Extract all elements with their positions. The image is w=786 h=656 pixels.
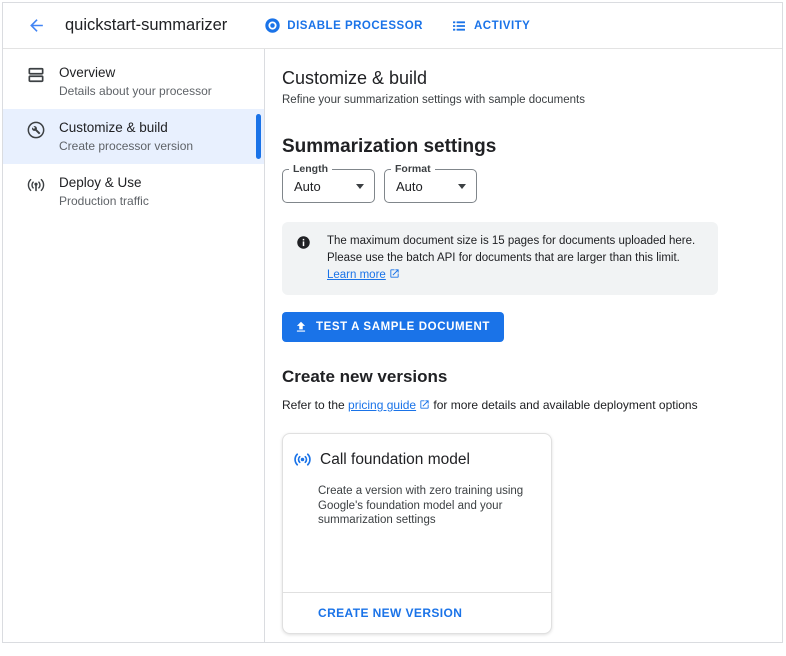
top-bar-actions: DISABLE PROCESSOR ACTIVITY (265, 18, 530, 34)
disable-circle-icon (265, 18, 280, 33)
chevron-down-icon (458, 184, 466, 189)
side-navigation: Overview Details about your processor Cu… (3, 49, 265, 642)
sidebar-item-text: Overview Details about your processor (59, 64, 212, 98)
external-link-icon[interactable] (419, 399, 430, 413)
antenna-icon (26, 175, 46, 195)
pricing-guide-link[interactable]: pricing guide (348, 398, 416, 412)
sidebar-item-description: Create processor version (59, 139, 193, 153)
chevron-down-icon (356, 184, 364, 189)
back-arrow-icon (27, 16, 46, 35)
learn-more-link[interactable]: Learn more (327, 269, 386, 281)
settings-fields: Length Auto Format Auto (282, 169, 758, 203)
sidebar-item-text: Customize & build Create processor versi… (59, 119, 193, 153)
sidebar-item-text: Deploy & Use Production traffic (59, 174, 149, 208)
test-sample-document-label: TEST A SAMPLE DOCUMENT (316, 321, 490, 333)
sidebar-item-deploy-use[interactable]: Deploy & Use Production traffic (3, 164, 264, 219)
subtitle-suffix: for more details and available deploymen… (430, 398, 698, 412)
disable-processor-button[interactable]: DISABLE PROCESSOR (265, 18, 423, 33)
card-body: Call foundation model Create a version w… (283, 434, 551, 592)
summarization-settings-heading: Summarization settings (282, 136, 758, 158)
info-banner-text: The maximum document size is 15 pages fo… (327, 233, 695, 285)
info-icon (296, 235, 311, 285)
sidebar-item-overview[interactable]: Overview Details about your processor (3, 54, 264, 109)
length-select[interactable]: Length Auto (282, 169, 375, 203)
card-description: Create a version with zero training usin… (318, 484, 542, 528)
info-banner: The maximum document size is 15 pages fo… (282, 222, 718, 295)
page-subtitle: Refine your summarization settings with … (282, 94, 758, 106)
body: Overview Details about your processor Cu… (3, 49, 782, 642)
card-title: Call foundation model (320, 451, 470, 469)
create-new-version-button[interactable]: CREATE NEW VERSION (318, 606, 462, 620)
format-select-value: Auto (396, 179, 423, 194)
sidebar-item-label: Overview (59, 64, 212, 81)
foundation-model-card: Call foundation model Create a version w… (282, 433, 552, 634)
sidebar-item-description: Details about your processor (59, 84, 212, 98)
back-button[interactable] (26, 16, 46, 36)
main-content: Customize & build Refine your summarizat… (265, 49, 782, 642)
page-title: Customize & build (282, 68, 758, 89)
activity-label: ACTIVITY (474, 20, 530, 32)
length-select-value: Auto (294, 179, 321, 194)
processor-title: quickstart-summarizer (65, 16, 227, 35)
format-select-label: Format (391, 163, 435, 175)
overview-icon (26, 65, 46, 85)
format-select[interactable]: Format Auto (384, 169, 477, 203)
create-new-versions-subtitle: Refer to the pricing guide for more deta… (282, 398, 758, 413)
subtitle-prefix: Refer to the (282, 398, 348, 412)
external-link-icon[interactable] (389, 268, 400, 285)
sidebar-item-customize-build[interactable]: Customize & build Create processor versi… (3, 109, 264, 164)
card-footer: CREATE NEW VERSION (283, 592, 551, 633)
top-bar: quickstart-summarizer DISABLE PROCESSOR (3, 3, 782, 49)
info-banner-line1: The maximum document size is 15 pages fo… (327, 233, 695, 250)
card-header: Call foundation model (292, 449, 535, 470)
activity-button[interactable]: ACTIVITY (451, 18, 530, 34)
sidebar-item-description: Production traffic (59, 194, 149, 208)
info-banner-line2: Please use the batch API for documents t… (327, 250, 695, 267)
foundation-model-icon (292, 449, 313, 470)
activity-list-icon (451, 18, 467, 34)
sidebar-item-label: Deploy & Use (59, 174, 149, 191)
build-circle-icon (26, 120, 46, 140)
test-sample-document-button[interactable]: TEST A SAMPLE DOCUMENT (282, 312, 504, 342)
app-window: quickstart-summarizer DISABLE PROCESSOR (2, 2, 783, 643)
upload-icon (294, 320, 308, 334)
disable-processor-label: DISABLE PROCESSOR (287, 20, 423, 32)
length-select-label: Length (289, 163, 332, 175)
create-new-versions-heading: Create new versions (282, 367, 758, 387)
sidebar-item-label: Customize & build (59, 119, 193, 136)
